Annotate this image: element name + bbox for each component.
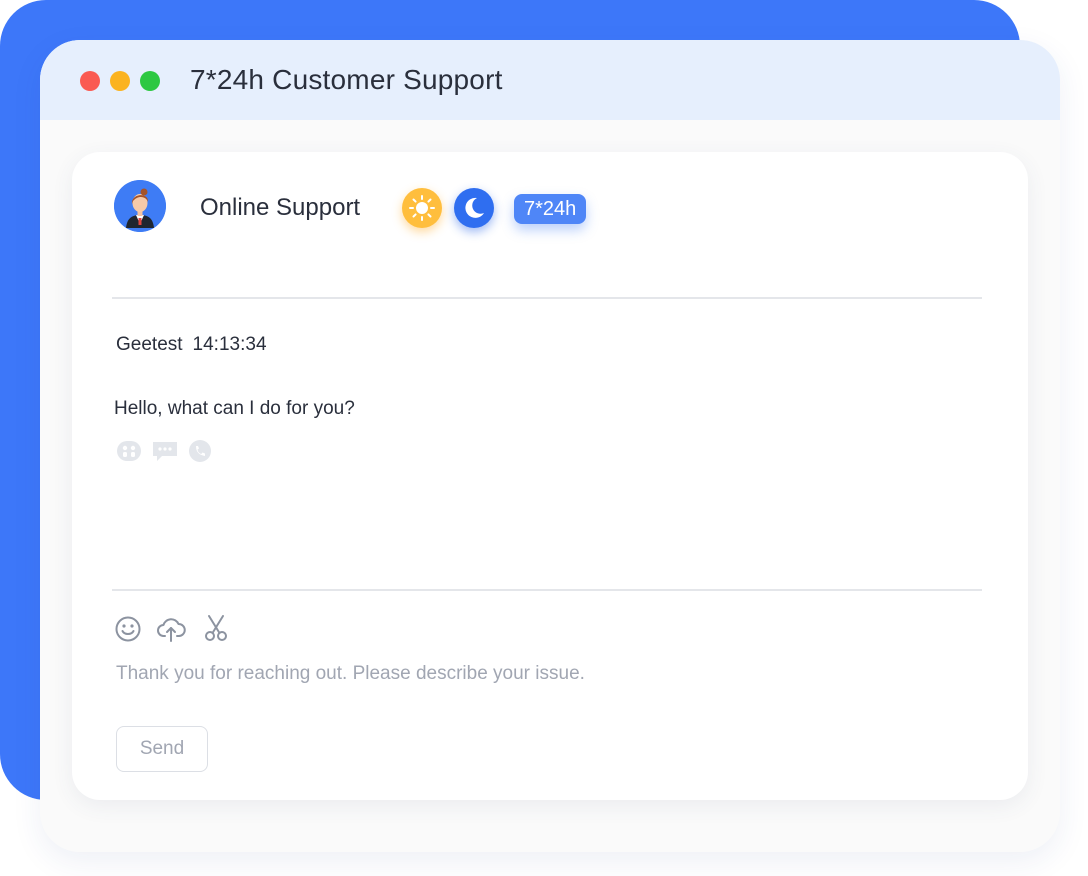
sun-icon[interactable] [402, 188, 442, 228]
message-input[interactable] [114, 656, 978, 692]
chat-panel: Online Support 7*24h Geetest 14:13:34 He… [72, 152, 1028, 800]
upload-cloud-icon[interactable] [156, 614, 186, 644]
chat-icon[interactable] [152, 439, 178, 463]
window-close-button[interactable] [80, 71, 100, 91]
title-bar: 7*24h Customer Support [40, 40, 1060, 120]
scissors-icon[interactable] [202, 614, 232, 644]
page: 7*24h Customer Support Online Support 7*… [0, 0, 1088, 876]
window-maximize-button[interactable] [140, 71, 160, 91]
group-icon[interactable] [116, 439, 142, 463]
agent-avatar [114, 180, 166, 232]
message-meta: Geetest 14:13:34 [116, 334, 267, 356]
send-button[interactable]: Send [116, 726, 208, 772]
window-minimize-button[interactable] [110, 71, 130, 91]
window-title: 7*24h Customer Support [190, 64, 503, 95]
composer-divider [112, 589, 982, 591]
moon-icon[interactable] [454, 188, 494, 228]
header-divider [112, 297, 982, 299]
support-window: 7*24h Customer Support Online Support 7*… [40, 40, 1060, 852]
message-sender: Geetest [116, 334, 183, 355]
agent-name: Online Support [200, 194, 361, 221]
phone-icon[interactable] [188, 439, 214, 463]
message-text: Hello, what can I do for you? [114, 398, 355, 419]
message-time: 14:13:34 [192, 334, 267, 355]
availability-badge: 7*24h [514, 194, 587, 224]
emoji-icon[interactable] [114, 614, 144, 644]
